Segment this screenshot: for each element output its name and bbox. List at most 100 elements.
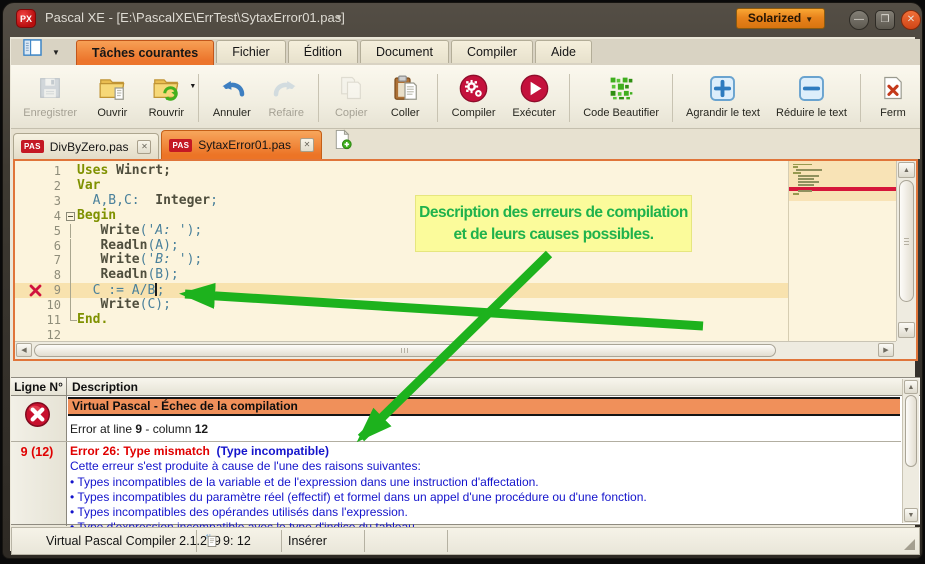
toolbar-button-refaire: Refaire bbox=[260, 68, 312, 128]
code-line-12[interactable]: 12 bbox=[15, 328, 788, 341]
code-token: ); bbox=[187, 223, 203, 238]
fold-collapse-icon[interactable] bbox=[66, 212, 75, 221]
code-line-11[interactable]: 11 End. bbox=[15, 313, 788, 328]
vertical-scroll-thumb[interactable] bbox=[905, 395, 917, 467]
close-button[interactable]: ✕ bbox=[901, 10, 921, 30]
insert-mode-label: Insérer bbox=[288, 534, 327, 548]
annotation-note: Description des erreurs de compilation e… bbox=[415, 195, 692, 252]
window-frame: PX Pascal XE - [E:\PascalXE\ErrTest\Syta… bbox=[2, 2, 923, 559]
editor-horizontal-scrollbar[interactable]: ◀ ▶ bbox=[15, 341, 896, 359]
toolbar: EnregistrerOuvrir▼RouvrirAnnulerRefaireC… bbox=[11, 65, 920, 129]
pas-file-icon: PAS bbox=[169, 139, 192, 152]
code-line-10[interactable]: 10 Write(C); bbox=[15, 298, 788, 313]
code-text: A,B,C: Integer; bbox=[77, 194, 218, 209]
error-location-text[interactable]: Error at line 9 - column 12 bbox=[70, 422, 208, 436]
code-editor[interactable]: 1Uses Wincrt;2Var3 A,B,C: Integer;4Begin… bbox=[13, 159, 918, 361]
menu-tab-aide[interactable]: Aide bbox=[535, 40, 592, 63]
scroll-up-icon[interactable]: ▲ bbox=[904, 380, 918, 394]
code-text: Readln(A); bbox=[77, 239, 179, 254]
file-tab-divbyzero-pas[interactable]: PASDivByZero.pas✕ bbox=[13, 133, 159, 159]
toolbar-button-ouvrir[interactable]: Ouvrir bbox=[86, 68, 138, 128]
layout-dropdown-caret-icon[interactable]: ▼ bbox=[52, 48, 60, 57]
file-tab-label: DivByZero.pas bbox=[50, 140, 129, 154]
new-document-icon[interactable] bbox=[332, 129, 353, 155]
code-line-1[interactable]: 1Uses Wincrt; bbox=[15, 164, 788, 179]
toolbar-button-ex-cuter[interactable]: Exécuter bbox=[505, 68, 563, 128]
code-token: End. bbox=[77, 312, 108, 327]
code-text: Begin bbox=[77, 209, 116, 224]
redo-icon bbox=[271, 71, 301, 105]
vertical-scroll-thumb[interactable] bbox=[899, 180, 914, 302]
menu-tab-compiler[interactable]: Compiler bbox=[451, 40, 533, 63]
menu-tab-document[interactable]: Document bbox=[360, 40, 449, 63]
line-number: 4 bbox=[15, 209, 61, 224]
fold-guide-line bbox=[70, 224, 71, 239]
code-line-2[interactable]: 2Var bbox=[15, 179, 788, 194]
code-text: Uses Wincrt; bbox=[77, 164, 171, 179]
title-dropdown-caret-icon[interactable]: ▼ bbox=[335, 13, 343, 22]
error-panel-header: Ligne N° Description bbox=[11, 378, 920, 396]
code-minimap[interactable] bbox=[788, 161, 896, 341]
close-tab-icon[interactable]: ✕ bbox=[300, 138, 314, 152]
line-number: 11 bbox=[15, 313, 61, 328]
close-tab-icon[interactable]: ✕ bbox=[137, 140, 151, 154]
scroll-down-icon[interactable]: ▼ bbox=[898, 322, 915, 338]
error-line-reference[interactable]: 9 (12) bbox=[11, 445, 63, 459]
menu-tab-t-ches-courantes[interactable]: Tâches courantes bbox=[76, 40, 214, 65]
toolbar-button-agrandir-le-text[interactable]: Agrandir le text bbox=[679, 68, 767, 128]
minimap-line bbox=[793, 164, 812, 166]
toolbar-button-label: Rouvrir bbox=[149, 107, 184, 119]
layout-selector-icon[interactable] bbox=[23, 39, 42, 61]
toolbar-button-copier: Copier bbox=[325, 68, 377, 128]
maximize-button[interactable]: ❒ bbox=[875, 10, 895, 30]
code-line-7[interactable]: 7 Write('B: '); bbox=[15, 253, 788, 268]
toolbar-button-annuler[interactable]: Annuler bbox=[205, 68, 258, 128]
minimize-button[interactable]: — bbox=[849, 10, 869, 30]
toolbar-button-rouvrir[interactable]: ▼Rouvrir bbox=[140, 68, 192, 128]
toolbar-button-coller[interactable]: Coller bbox=[379, 68, 431, 128]
toolbar-button-r-duire-le-text[interactable]: Réduire le text bbox=[769, 68, 854, 128]
minimap-line bbox=[798, 178, 814, 180]
toolbar-separator bbox=[672, 74, 673, 122]
code-token: Begin bbox=[77, 208, 116, 223]
menu-tab-fichier[interactable]: Fichier bbox=[216, 40, 286, 63]
code-token: 'A: ' bbox=[147, 223, 186, 238]
line-number: 5 bbox=[15, 224, 61, 239]
toolbar-button-ferm[interactable]: Ferm bbox=[867, 68, 919, 128]
resize-grip[interactable] bbox=[904, 539, 915, 550]
scroll-left-icon[interactable]: ◀ bbox=[16, 343, 32, 357]
panel-vertical-scrollbar[interactable]: ▲ ▼ bbox=[902, 379, 919, 523]
code-token bbox=[77, 297, 100, 312]
dropdown-caret-icon[interactable]: ▼ bbox=[189, 83, 196, 90]
compiler-version-label: Virtual Pascal Compiler 2.1.279 bbox=[46, 534, 221, 548]
toolbar-button-label: Réduire le text bbox=[776, 107, 847, 119]
code-line-9[interactable]: 9 C := A/B; bbox=[15, 283, 788, 298]
toolbar-button-label: Compiler bbox=[452, 107, 496, 119]
compilation-failure-banner[interactable]: Virtual Pascal - Échec de la compilation bbox=[68, 397, 900, 416]
code-token bbox=[77, 267, 100, 282]
theme-selector-button[interactable]: Solarized▼ bbox=[736, 8, 825, 29]
toolbar-separator bbox=[318, 74, 319, 122]
code-token: Readln bbox=[100, 238, 147, 253]
error-title: Error 26: Type mismatch bbox=[70, 444, 210, 458]
column-line-number: Ligne N° bbox=[11, 380, 66, 394]
minimap-line bbox=[798, 181, 819, 183]
error-description[interactable]: Error 26: Type mismatch (Type incompatib… bbox=[70, 444, 890, 536]
toolbar-button-compiler[interactable]: Compiler bbox=[444, 68, 503, 128]
zoom-out-icon bbox=[797, 71, 826, 105]
scroll-down-icon[interactable]: ▼ bbox=[904, 508, 918, 522]
minimap-line bbox=[793, 172, 801, 174]
scroll-up-icon[interactable]: ▲ bbox=[898, 162, 915, 178]
horizontal-scroll-thumb[interactable] bbox=[34, 344, 776, 357]
fold-end-marker bbox=[70, 313, 77, 321]
toolbar-button-code-beautifier[interactable]: Code Beautifier bbox=[576, 68, 666, 128]
file-tab-sytaxerror01-pas[interactable]: PASSytaxError01.pas✕ bbox=[161, 130, 321, 159]
scroll-right-icon[interactable]: ▶ bbox=[878, 343, 894, 357]
code-text: Write('B: '); bbox=[77, 253, 202, 268]
editor-vertical-scrollbar[interactable]: ▲ ▼ bbox=[896, 161, 916, 341]
code-line-8[interactable]: 8 Readln(B); bbox=[15, 268, 788, 283]
menu-tab-dition[interactable]: Édition bbox=[288, 40, 358, 63]
toolbar-button-label: Code Beautifier bbox=[583, 107, 659, 119]
code-token: Wincrt; bbox=[116, 163, 171, 178]
code-token bbox=[77, 238, 100, 253]
